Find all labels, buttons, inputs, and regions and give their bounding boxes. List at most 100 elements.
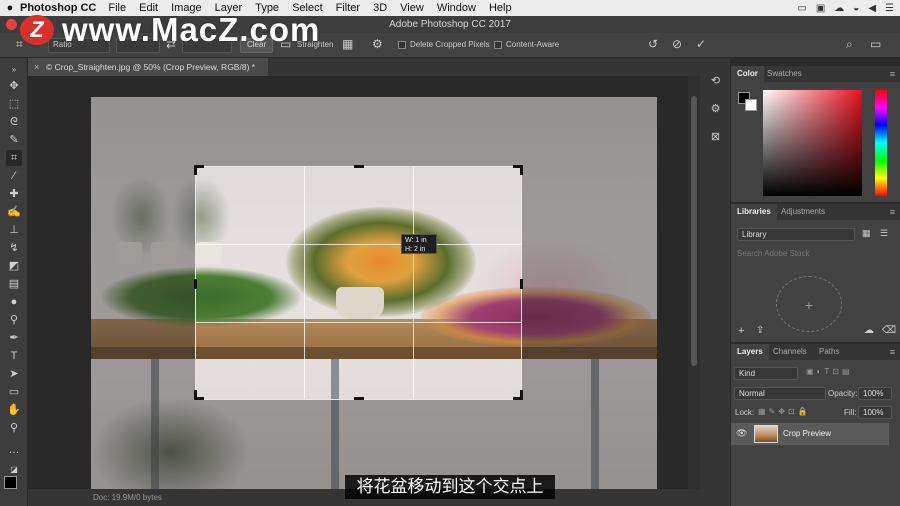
search-icon[interactable]: ⌕ [846, 37, 853, 52]
library-select[interactable]: Library [737, 228, 855, 241]
overlay-grid-icon[interactable]: ▦ [342, 37, 353, 51]
rectangle-tool-icon[interactable]: ▭ [6, 384, 22, 400]
document-tab-bar: × © Crop_Straighten.jpg @ 50% (Crop Prev… [28, 58, 700, 76]
menu-help[interactable]: Help [489, 2, 512, 14]
eyedropper-tool-icon[interactable]: ⁄ [6, 168, 22, 184]
content-aware-label: Content-Aware [506, 40, 560, 49]
adjust-icon[interactable]: ⊠ [708, 130, 723, 145]
cloud-icon[interactable]: ☁ [834, 3, 844, 14]
commit-check-icon[interactable]: ✓ [696, 37, 706, 51]
crop-tool-icon[interactable]: ⌗ [6, 150, 22, 166]
crop-box[interactable] [194, 165, 523, 400]
menu-list-icon[interactable]: ☰ [885, 3, 894, 14]
panel-menu-icon[interactable]: ≡ [890, 347, 895, 357]
color-picker-field[interactable] [763, 90, 862, 196]
lock-icons[interactable]: ▦✎✥⊡🔒 [758, 407, 811, 416]
path-select-tool-icon[interactable]: ➤ [6, 366, 22, 382]
reset-icon[interactable]: ↺ [648, 37, 658, 51]
tab-color[interactable]: Color [731, 66, 764, 82]
document-tab-title: © Crop_Straighten.jpg @ 50% (Crop Previe… [46, 62, 256, 72]
trash-icon[interactable]: ⌫ [882, 325, 896, 336]
type-tool-icon[interactable]: T [6, 348, 22, 364]
crop-handle-right[interactable] [520, 279, 523, 289]
layer-name[interactable]: Crop Preview [783, 423, 831, 445]
lock-label: Lock: [735, 408, 755, 417]
quick-select-tool-icon[interactable]: ✎ [6, 132, 22, 148]
foreground-color-swatch[interactable] [4, 476, 17, 489]
tab-libraries[interactable]: Libraries [731, 204, 777, 220]
screen-mirror-icon[interactable]: ▣ [816, 3, 825, 14]
hue-slider[interactable] [875, 90, 887, 196]
add-to-library-drop[interactable]: + [776, 276, 842, 332]
layers-panel-header: Layers Channels Paths ≡ [731, 344, 900, 360]
opacity-input[interactable]: 100% [858, 387, 892, 400]
apple-icon[interactable]: ● [0, 2, 20, 14]
gradient-tool-icon[interactable]: ▤ [6, 276, 22, 292]
cancel-icon[interactable]: ⊘ [672, 37, 682, 51]
crop-handle-bl[interactable] [194, 390, 197, 400]
more-tools-icon[interactable]: … [6, 442, 22, 458]
layer-kind-filter[interactable]: Kind [734, 367, 798, 380]
panel-menu-icon[interactable]: ≡ [890, 207, 895, 217]
crop-handle-tr[interactable] [520, 165, 523, 175]
healing-brush-tool-icon[interactable]: ✚ [6, 186, 22, 202]
menu-window[interactable]: Window [437, 2, 476, 14]
blur-tool-icon[interactable]: ● [6, 294, 22, 310]
menu-3d[interactable]: 3D [373, 2, 387, 14]
display-icon[interactable]: ▭ [797, 3, 806, 14]
collapse-icon[interactable]: » [6, 62, 22, 78]
menu-view[interactable]: View [400, 2, 424, 14]
stock-search-field[interactable]: Search Adobe Stock [737, 249, 893, 258]
brush-tool-icon[interactable]: ✍ [6, 204, 22, 220]
close-tab-icon[interactable]: × [34, 58, 39, 76]
crop-shield [91, 166, 195, 400]
document-tab[interactable]: × © Crop_Straighten.jpg @ 50% (Crop Prev… [28, 58, 268, 76]
history-icon[interactable]: ⟲ [708, 74, 723, 89]
properties-icon[interactable]: ⚙ [708, 102, 723, 117]
delete-cropped-checkbox[interactable] [398, 41, 406, 49]
move-tool-icon[interactable]: ✥ [6, 78, 22, 94]
tab-swatches[interactable]: Swatches [761, 66, 808, 82]
window-title: Adobe Photoshop CC 2017 [389, 19, 511, 30]
volume-icon[interactable]: ◀ [868, 3, 876, 14]
crop-handle-tl[interactable] [194, 165, 197, 175]
visibility-eye-icon[interactable]: 👁 [736, 428, 747, 439]
tab-adjustments[interactable]: Adjustments [775, 204, 831, 220]
marquee-tool-icon[interactable]: ⬚ [6, 96, 22, 112]
lasso-tool-icon[interactable]: ᘓ [6, 114, 22, 130]
dodge-tool-icon[interactable]: ⚲ [6, 312, 22, 328]
wifi-icon[interactable]: ◒ [853, 3, 859, 14]
close-window-button[interactable] [6, 19, 17, 30]
vertical-scrollbar[interactable] [688, 76, 700, 489]
fill-input[interactable]: 100% [858, 406, 892, 419]
background-swatch[interactable] [745, 99, 757, 111]
eraser-tool-icon[interactable]: ◩ [6, 258, 22, 274]
hand-tool-icon[interactable]: ✋ [6, 402, 22, 418]
crop-handle-br[interactable] [520, 390, 523, 400]
crop-handle-left[interactable] [194, 279, 197, 289]
pen-tool-icon[interactable]: ✒ [6, 330, 22, 346]
add-content-icon[interactable]: + [738, 325, 744, 337]
list-view-icon[interactable]: ☰ [880, 228, 888, 239]
crop-handle-bottom[interactable] [354, 397, 364, 400]
content-aware-checkbox[interactable] [494, 41, 502, 49]
panel-menu-icon[interactable]: ≡ [890, 69, 895, 79]
tab-paths[interactable]: Paths [813, 344, 845, 360]
grid-view-icon[interactable]: ▦ [862, 228, 871, 239]
layer-filter-icons[interactable]: ▣◐T⊡▤ [806, 367, 853, 376]
crop-handle-top[interactable] [354, 165, 364, 168]
upload-icon[interactable]: ⇪ [756, 325, 764, 336]
history-brush-tool-icon[interactable]: ↯ [6, 240, 22, 256]
menu-filter[interactable]: Filter [336, 2, 360, 14]
workspace-icon[interactable]: ▭ [870, 37, 881, 51]
cloud-sync-icon[interactable]: ☁ [864, 325, 874, 336]
scrollbar-thumb[interactable] [691, 96, 697, 366]
zoom-tool-icon[interactable]: ⚲ [6, 420, 22, 436]
blend-mode-select[interactable]: Normal [734, 387, 826, 400]
gear-icon[interactable]: ⚙ [372, 37, 383, 51]
clone-stamp-tool-icon[interactable]: ⊥ [6, 222, 22, 238]
tab-channels[interactable]: Channels [767, 344, 813, 360]
delete-cropped-label: Delete Cropped Pixels [410, 40, 490, 49]
tab-layers[interactable]: Layers [731, 344, 769, 360]
layer-row[interactable]: 👁 Crop Preview [731, 423, 889, 445]
